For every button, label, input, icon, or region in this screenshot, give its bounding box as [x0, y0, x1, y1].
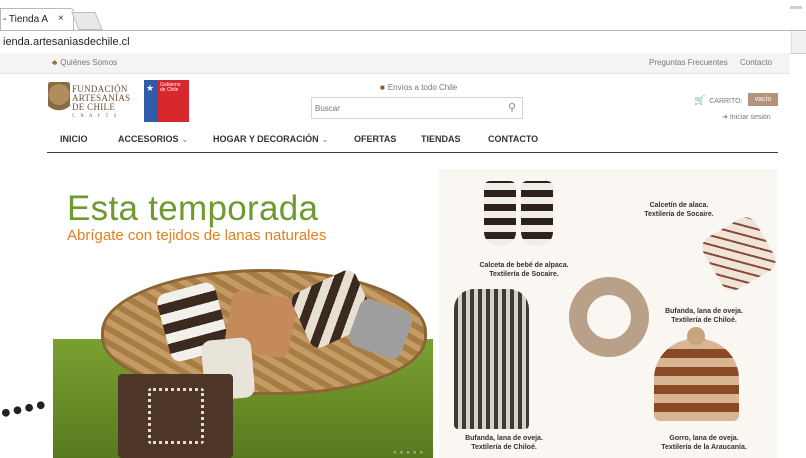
nav-accesorios[interactable]: ACCESORIOS ⌄	[118, 134, 188, 144]
nav-contacto-label: CONTACTO	[488, 134, 539, 144]
artisan-mark-icon	[48, 82, 70, 118]
banner-subline: Abrígate con tejidos de lanas naturales	[67, 227, 327, 244]
people-icon: ♣	[52, 58, 58, 67]
fundacion-logo[interactable]: FUNDACIÓN ARTESANÍAS DE CHILE C R A F T …	[48, 82, 133, 120]
address-bar-end	[791, 31, 806, 53]
nav-contacto[interactable]: CONTACTO	[488, 134, 538, 144]
login-label: Iniciar sesión	[729, 114, 771, 121]
infinity-scarf-image	[569, 277, 649, 357]
llama-icon	[148, 388, 204, 444]
caption-scarf-2: Bufanda, lana de oveja. Textilería de Ch…	[665, 308, 743, 324]
main-nav: INICIO ACCESORIOS ⌄ HOGAR Y DECORACIÓN ⌄ O…	[47, 126, 778, 153]
quienes-somos-label: Quiénes Somos	[60, 58, 118, 67]
gob-text-2: de Chile	[160, 87, 179, 93]
address-text[interactable]: ienda.artesaniasdechile.cl	[3, 36, 130, 48]
caption-baby-sock: Calceta de bebé de alpaca. Textilería de…	[479, 262, 569, 278]
chevron-down-icon: ⌄	[321, 135, 329, 144]
browser-tab-bar: - Tienda A ×	[0, 0, 806, 31]
chevron-down-icon: ⌄	[181, 135, 189, 144]
search-icon[interactable]: ⚲	[508, 101, 516, 114]
cart-link[interactable]: 🛒 CARRITO:	[694, 95, 743, 106]
browser-tab[interactable]: - Tienda A ×	[0, 8, 74, 31]
shipping-note: ■ Envíos a todo Chile	[380, 83, 457, 92]
login-link[interactable]: ➜ Iniciar sesión	[722, 113, 771, 121]
search-input[interactable]	[315, 101, 495, 115]
top-right-links: Preguntas Frecuentes Contacto	[639, 58, 772, 67]
window-minimize-icon[interactable]	[790, 6, 802, 9]
banner-right-panel: Calceta de bebé de alpaca. Textilería de…	[439, 169, 777, 458]
nav-accesorios-label: ACCESORIOS	[118, 134, 179, 144]
nav-tiendas[interactable]: TIENDAS	[421, 134, 461, 144]
search-box[interactable]: ⚲	[311, 97, 523, 119]
tab-title: - Tienda A	[3, 14, 49, 25]
baby-sock-right-image	[521, 181, 553, 246]
caption-scarf-1: Bufanda, lana de oveja. Textilería de Ch…	[465, 435, 543, 451]
cart-label: CARRITO:	[709, 98, 743, 105]
llama-pouch-image	[118, 374, 233, 458]
banner-left-panel: Esta temporada Abrígate con tejidos de l…	[53, 169, 433, 458]
banner-headline: Esta temporada	[67, 189, 319, 228]
shipping-text: Envíos a todo Chile	[387, 83, 458, 92]
nav-ofertas[interactable]: OFERTAS	[354, 134, 396, 144]
gobierno-logo: ★ Gobierno de Chile	[144, 80, 189, 122]
carousel-dots[interactable]: ●●●●●	[393, 450, 426, 456]
alpaca-sock-image	[698, 213, 777, 295]
truck-icon: ■	[380, 83, 385, 92]
gob-blue-band: ★	[144, 80, 158, 122]
baby-sock-left-image	[484, 181, 516, 246]
faq-link[interactable]: Preguntas Frecuentes	[649, 58, 728, 67]
new-tab-button[interactable]	[71, 12, 103, 30]
tab-close-icon[interactable]: ×	[58, 13, 64, 24]
knit-hat-image	[654, 327, 739, 421]
address-bar[interactable]: ienda.artesaniasdechile.cl	[0, 30, 806, 54]
gob-text: Gobierno de Chile	[160, 83, 181, 93]
nav-hogar[interactable]: HOGAR Y DECORACIÓN ⌄	[213, 134, 328, 144]
cart-icon: 🛒	[694, 95, 706, 105]
cart-status-badge[interactable]: vacío	[748, 93, 778, 106]
logo-wordmark: FUNDACIÓN ARTESANÍAS DE CHILE C R A F T …	[72, 85, 130, 121]
logo-line-3: DE CHILE	[72, 102, 116, 112]
nav-tiendas-label: TIENDAS	[421, 134, 461, 144]
plaid-scarf-image	[454, 289, 529, 429]
contact-top-link[interactable]: Contacto	[740, 58, 772, 67]
caption-hat: Gorro, lana de oveja. Textilería de la A…	[661, 435, 747, 451]
nav-ofertas-label: OFERTAS	[354, 134, 397, 144]
site-top-strip: ♣ Quiénes Somos Preguntas Frecuentes Cont…	[0, 53, 790, 74]
logo-line-4: C R A F T S	[72, 114, 119, 119]
quienes-somos-link[interactable]: ♣ Quiénes Somos	[52, 58, 117, 67]
login-icon: ➜	[722, 114, 728, 121]
hero-banner[interactable]: Esta temporada Abrígate con tejidos de l…	[53, 169, 777, 458]
nav-inicio-label: INICIO	[60, 134, 88, 144]
caption-alpaca-sock: Calcetín de alaca. Textilería de Socaire…	[644, 202, 714, 218]
nav-hogar-label: HOGAR Y DECORACIÓN	[213, 134, 319, 144]
decorative-dots: ●●●●	[0, 393, 49, 423]
star-icon: ★	[146, 83, 155, 93]
nav-inicio[interactable]: INICIO	[60, 134, 88, 144]
